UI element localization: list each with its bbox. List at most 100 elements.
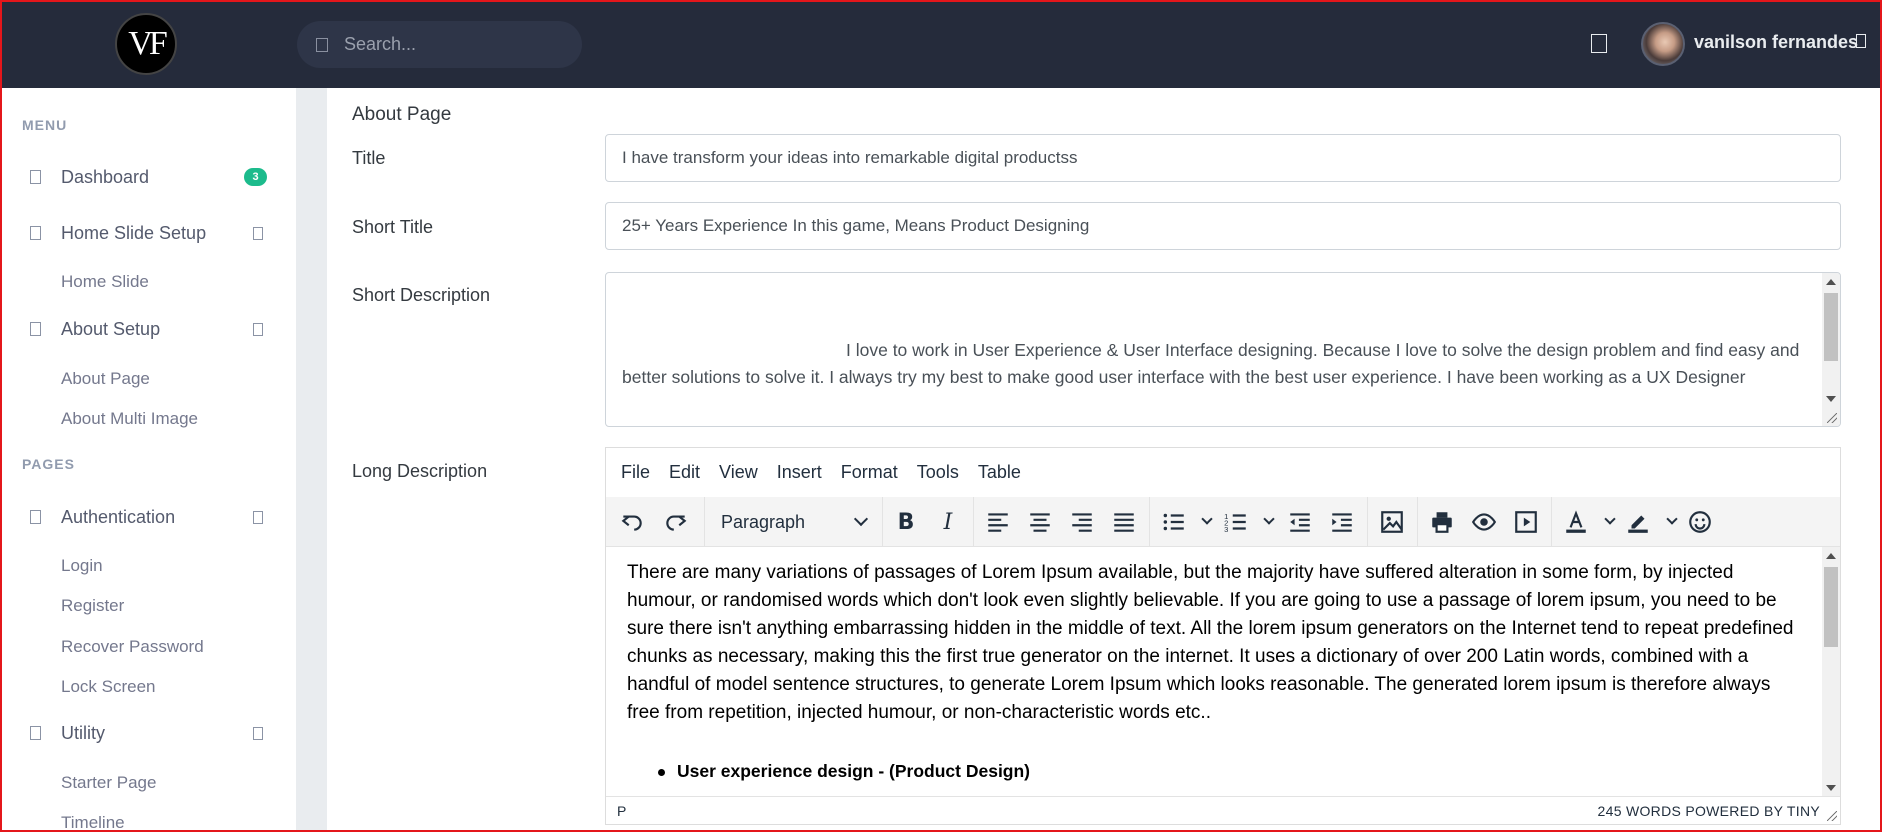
chevron-icon xyxy=(253,226,263,240)
sidebar-subitem-register[interactable]: Register xyxy=(61,596,124,616)
numbered-list-icon[interactable]: 123 xyxy=(1219,505,1253,539)
bullet-list-icon[interactable] xyxy=(1157,505,1191,539)
outdent-icon[interactable] xyxy=(1283,505,1317,539)
block-format-select[interactable]: Paragraph xyxy=(714,505,874,539)
chevron-icon xyxy=(253,510,263,524)
sidebar-subitem-lock-screen[interactable]: Lock Screen xyxy=(61,677,156,697)
avatar[interactable] xyxy=(1641,22,1685,66)
sidebar-subitem-timeline[interactable]: Timeline xyxy=(61,813,125,832)
editor-paragraph: There are many variations of passages of… xyxy=(627,562,1794,723)
info-icon xyxy=(30,322,41,336)
highlight-icon[interactable] xyxy=(1621,505,1655,539)
toolbar-separator xyxy=(1551,497,1552,547)
textarea-scrollbar[interactable] xyxy=(1822,273,1840,426)
align-center-icon[interactable] xyxy=(1023,505,1057,539)
rich-text-editor: File Edit View Insert Format Tools Table… xyxy=(605,447,1841,825)
sidebar-item-about-setup[interactable]: About Setup xyxy=(0,309,296,349)
menu-tools[interactable]: Tools xyxy=(917,462,959,483)
chevron-down-icon[interactable] xyxy=(1604,513,1616,525)
scroll-thumb[interactable] xyxy=(1824,293,1838,361)
toolbar-separator xyxy=(882,497,883,547)
scroll-down-icon[interactable] xyxy=(1826,785,1836,791)
section-menu: MENU xyxy=(22,117,68,133)
sidebar-item-dashboard[interactable]: Dashboard 3 xyxy=(0,157,296,197)
menu-insert[interactable]: Insert xyxy=(777,462,822,483)
title-input[interactable]: I have transform your ideas into remarka… xyxy=(605,134,1841,182)
sidebar-item-label: Home Slide Setup xyxy=(61,222,207,243)
print-icon[interactable] xyxy=(1425,505,1459,539)
sidebar-item-home-slide-setup[interactable]: Home Slide Setup xyxy=(0,213,296,253)
redo-icon[interactable] xyxy=(659,505,693,539)
sidebar-subitem-starter-page[interactable]: Starter Page xyxy=(61,773,156,793)
justify-icon[interactable] xyxy=(1107,505,1141,539)
long-description-label: Long Description xyxy=(352,461,488,481)
align-left-icon[interactable] xyxy=(981,505,1015,539)
menu-edit[interactable]: Edit xyxy=(669,462,700,483)
bullet-dot xyxy=(658,769,665,776)
editor-bullet-item: User experience design - (Product Design… xyxy=(677,761,1031,781)
media-icon[interactable] xyxy=(1509,505,1543,539)
sidebar-subitem-login[interactable]: Login xyxy=(61,556,103,576)
image-icon[interactable] xyxy=(1375,505,1409,539)
editor-menubar: File Edit View Insert Format Tools Table xyxy=(606,448,1840,497)
element-path[interactable]: P xyxy=(617,803,626,819)
dashboard-badge: 3 xyxy=(244,168,267,186)
menu-table[interactable]: Table xyxy=(978,462,1021,483)
undo-icon[interactable] xyxy=(615,505,649,539)
indent-icon[interactable] xyxy=(1325,505,1359,539)
brand-logo[interactable]: VF xyxy=(115,13,177,75)
sidebar-item-authentication[interactable]: Authentication xyxy=(0,497,296,537)
utility-icon xyxy=(30,726,41,740)
word-count: 245 WORDS POWERED BY TINY xyxy=(1597,803,1820,819)
sidebar-subitem-about-multi-image[interactable]: About Multi Image xyxy=(61,409,198,429)
user-icon xyxy=(30,510,41,524)
block-format-value: Paragraph xyxy=(721,511,806,532)
sidebar-subitem-about-page[interactable]: About Page xyxy=(61,369,150,389)
scroll-down-icon[interactable] xyxy=(1826,396,1836,402)
scroll-up-icon[interactable] xyxy=(1826,553,1836,559)
logo-area: VF xyxy=(0,0,296,88)
align-right-icon[interactable] xyxy=(1065,505,1099,539)
layers-icon xyxy=(30,226,41,240)
short-description-textarea[interactable]: I love to work in User Experience & User… xyxy=(605,272,1841,427)
menu-file[interactable]: File xyxy=(621,462,650,483)
content-gutter xyxy=(296,88,327,832)
sidebar-item-utility[interactable]: Utility xyxy=(0,713,296,753)
toolbar-separator xyxy=(1149,497,1150,547)
resize-grip-icon[interactable] xyxy=(1827,413,1837,423)
chevron-icon xyxy=(253,322,263,336)
chevron-down-icon[interactable] xyxy=(1263,513,1275,525)
text-color-icon[interactable] xyxy=(1559,505,1593,539)
resize-grip-icon[interactable] xyxy=(1827,811,1837,821)
toolbar-separator xyxy=(704,497,705,547)
fullscreen-icon[interactable] xyxy=(1591,34,1607,53)
preview-icon[interactable] xyxy=(1467,505,1501,539)
search-box[interactable] xyxy=(297,21,582,68)
italic-icon[interactable]: I xyxy=(931,505,965,539)
sidebar: MENU Dashboard 3 Home Slide Setup Home S… xyxy=(0,88,296,832)
sidebar-item-label: Utility xyxy=(61,722,105,743)
short-title-input[interactable]: 25+ Years Experience In this game, Means… xyxy=(605,202,1841,250)
chevron-down-icon[interactable] xyxy=(1201,513,1213,525)
sidebar-subitem-recover-password[interactable]: Recover Password xyxy=(61,637,204,657)
scroll-up-icon[interactable] xyxy=(1826,279,1836,285)
bold-icon[interactable]: B xyxy=(889,505,923,539)
editor-content[interactable]: There are many variations of passages of… xyxy=(606,547,1840,797)
editor-scrollbar[interactable] xyxy=(1822,547,1840,797)
top-navbar: VF vanilson fernandes xyxy=(0,0,1882,88)
user-name[interactable]: vanilson fernandes xyxy=(1694,32,1858,53)
menu-view[interactable]: View xyxy=(719,462,758,483)
menu-format[interactable]: Format xyxy=(841,462,898,483)
emoji-icon[interactable] xyxy=(1683,505,1717,539)
sidebar-subitem-home-slide[interactable]: Home Slide xyxy=(61,272,149,292)
user-caret-icon[interactable] xyxy=(1856,34,1866,48)
sidebar-item-label: Authentication xyxy=(61,506,176,527)
card-title: About Page xyxy=(352,104,452,125)
sidebar-item-label: Dashboard xyxy=(61,166,150,187)
toolbar-separator xyxy=(1417,497,1418,547)
chevron-down-icon[interactable] xyxy=(1666,513,1678,525)
svg-text:3: 3 xyxy=(1224,525,1228,534)
scroll-thumb[interactable] xyxy=(1824,567,1838,647)
editor-statusbar: P 245 WORDS POWERED BY TINY xyxy=(606,796,1840,824)
search-input[interactable] xyxy=(344,34,564,55)
